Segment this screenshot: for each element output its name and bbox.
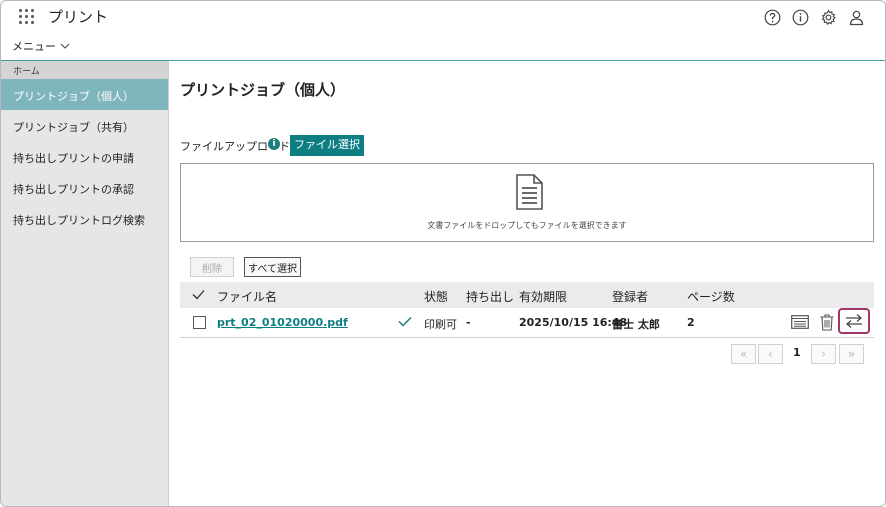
top-bar: プリント bbox=[1, 1, 885, 32]
menu-toggle[interactable]: メニュー bbox=[12, 38, 70, 54]
file-dropzone[interactable]: 文書ファイルをドロップしてもファイルを選択できます bbox=[180, 163, 874, 242]
sidebar-item-takeout-log-search[interactable]: 持ち出しプリントログ検索 bbox=[1, 203, 168, 234]
app-window: プリント メニュー ホーム プリントジョブ（個人） プリントジョブ（共有） 持ち… bbox=[0, 0, 886, 507]
menu-label: メニュー bbox=[12, 40, 56, 53]
print-settings-icon[interactable] bbox=[790, 312, 810, 332]
header-owner[interactable]: 登録者 bbox=[612, 288, 648, 305]
header-filename[interactable]: ファイル名 bbox=[217, 288, 277, 305]
header-takeout[interactable]: 持ち出し bbox=[466, 288, 514, 305]
row-status: 印刷可 bbox=[424, 318, 457, 331]
chevron-down-icon bbox=[60, 43, 70, 49]
row-owner: 富士 太郎 bbox=[612, 318, 660, 331]
current-page: 1 bbox=[793, 346, 801, 359]
prev-page-button[interactable]: ‹ bbox=[758, 344, 783, 364]
delete-button[interactable]: 削除 bbox=[190, 257, 234, 277]
sidebar-item-print-jobs-personal[interactable]: プリントジョブ（個人） bbox=[1, 79, 168, 110]
table-header: ファイル名 状態 持ち出し 有効期限 登録者 ページ数 bbox=[180, 282, 874, 308]
last-page-button[interactable]: » bbox=[839, 344, 864, 364]
menu-bar: メニュー bbox=[1, 32, 885, 61]
document-icon bbox=[516, 174, 543, 210]
row-pages: 2 bbox=[687, 316, 695, 329]
sidebar: ホーム プリントジョブ（個人） プリントジョブ（共有） 持ち出しプリントの申請 … bbox=[1, 61, 169, 506]
sidebar-item-takeout-approval[interactable]: 持ち出しプリントの承認 bbox=[1, 172, 168, 203]
file-link[interactable]: prt_02_01020000.pdf bbox=[217, 316, 348, 329]
file-select-button[interactable]: ファイル選択 bbox=[290, 135, 364, 156]
table-row: prt_02_01020000.pdf 印刷可 - 2025/10/15 16:… bbox=[180, 308, 874, 338]
drop-hint: 文書ファイルをドロップしてもファイルを選択できます bbox=[427, 221, 627, 230]
transfer-arrows-icon bbox=[846, 314, 862, 328]
top-icons bbox=[763, 8, 865, 26]
row-expiry: 2025/10/15 16:48 bbox=[519, 316, 628, 329]
app-launcher-icon[interactable] bbox=[19, 9, 34, 24]
sidebar-home[interactable]: ホーム bbox=[1, 61, 168, 79]
help-icon[interactable] bbox=[763, 8, 781, 26]
info-circle-icon[interactable] bbox=[791, 8, 809, 26]
user-icon[interactable] bbox=[847, 8, 865, 26]
transfer-button[interactable] bbox=[838, 308, 870, 334]
select-all-button[interactable]: すべて選択 bbox=[244, 257, 301, 277]
row-takeout: - bbox=[466, 316, 471, 329]
header-status[interactable]: 状態 bbox=[424, 288, 448, 305]
header-pages[interactable]: ページ数 bbox=[687, 288, 735, 305]
main-content: プリントジョブ（個人） ファイルアップロード i ファイル選択 文書ファイルをド… bbox=[169, 61, 885, 506]
trash-icon[interactable] bbox=[817, 312, 837, 332]
sidebar-item-takeout-request[interactable]: 持ち出しプリントの申請 bbox=[1, 141, 168, 172]
gear-icon[interactable] bbox=[819, 8, 837, 26]
sidebar-item-print-jobs-shared[interactable]: プリントジョブ（共有） bbox=[1, 110, 168, 141]
pagination: « ‹ 1 › » bbox=[169, 344, 885, 364]
page-title: プリントジョブ（個人） bbox=[180, 81, 346, 99]
first-page-button[interactable]: « bbox=[731, 344, 756, 364]
next-page-button[interactable]: › bbox=[811, 344, 836, 364]
row-checkbox[interactable] bbox=[193, 316, 206, 329]
check-all-icon[interactable] bbox=[192, 289, 205, 300]
info-icon[interactable]: i bbox=[268, 138, 280, 150]
ready-check-icon bbox=[398, 316, 412, 327]
app-title: プリント bbox=[48, 8, 109, 26]
header-expiry[interactable]: 有効期限 bbox=[519, 288, 567, 305]
